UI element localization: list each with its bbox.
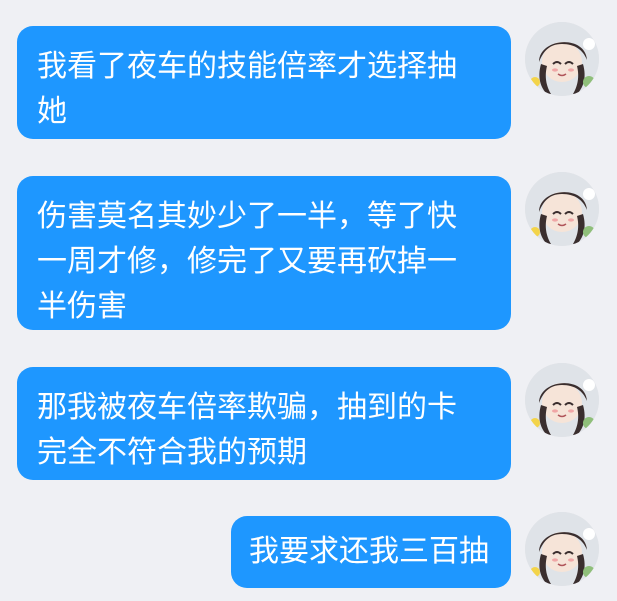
avatar[interactable] [525, 172, 599, 246]
message-text: 那我被夜车倍率欺骗，抽到的卡完全不符合我的预期 [37, 390, 457, 470]
message-bubble[interactable]: 我要求还我三百抽 [231, 516, 511, 588]
message-text: 伤害莫名其妙少了一半，等了快一周才修，修完了又要再砍掉一半伤害 [37, 199, 457, 324]
avatar-image [525, 512, 599, 586]
message-text: 我要求还我三百抽 [249, 534, 489, 569]
avatar[interactable] [525, 363, 599, 437]
avatar-image [525, 172, 599, 246]
message-bubble[interactable]: 那我被夜车倍率欺骗，抽到的卡完全不符合我的预期 [17, 367, 511, 480]
avatar[interactable] [525, 22, 599, 96]
message-text: 我看了夜车的技能倍率才选择抽她 [37, 49, 457, 129]
avatar[interactable] [525, 512, 599, 586]
avatar-image [525, 22, 599, 96]
message-bubble[interactable]: 我看了夜车的技能倍率才选择抽她 [17, 26, 511, 139]
avatar-image [525, 363, 599, 437]
message-bubble[interactable]: 伤害莫名其妙少了一半，等了快一周才修，修完了又要再砍掉一半伤害 [17, 176, 511, 330]
chat-thread: 我看了夜车的技能倍率才选择抽她 伤害莫名其妙少了一半，等了快一周才修，修完了又要… [0, 0, 617, 601]
